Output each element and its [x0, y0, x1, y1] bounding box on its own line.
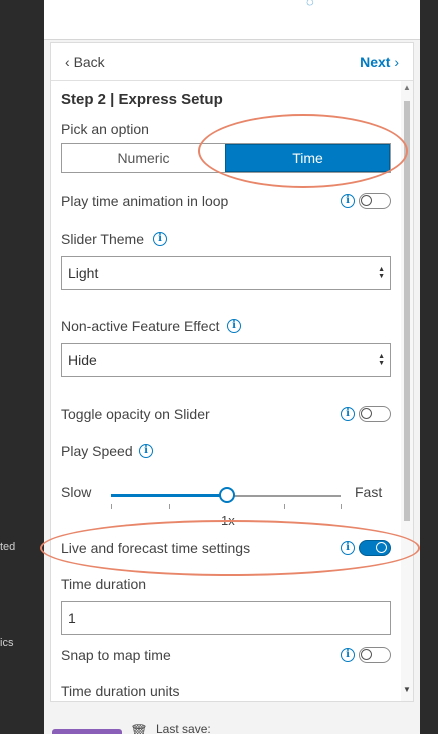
- toggle-knob: [361, 649, 372, 660]
- snap-map-time-toggle[interactable]: [359, 647, 391, 663]
- speed-value-label: 1x: [221, 513, 235, 528]
- toggle-knob: [376, 542, 387, 553]
- info-icon[interactable]: i: [153, 232, 167, 246]
- back-label: Back: [73, 54, 105, 70]
- speed-slider-fill: [111, 494, 227, 497]
- scroll-down-icon[interactable]: ▼: [403, 685, 411, 694]
- info-icon: ◌: [306, 0, 314, 9]
- info-icon[interactable]: i: [341, 194, 355, 208]
- speed-slow-label: Slow: [61, 484, 92, 500]
- nonactive-effect-value: Hide: [68, 352, 97, 368]
- left-sidebar: ted ics: [0, 0, 44, 734]
- nonactive-effect-label: Non-active Feature Effect: [61, 318, 220, 334]
- setup-content: Step 2 | Express Setup Pick an option Nu…: [51, 81, 401, 701]
- loop-toggle[interactable]: [359, 193, 391, 209]
- info-icon[interactable]: i: [341, 648, 355, 662]
- sidebar-text-fragment[interactable]: ics: [0, 637, 13, 649]
- chevron-right-icon: ›: [394, 54, 399, 70]
- info-icon[interactable]: i: [139, 444, 153, 458]
- top-strip: ◌: [44, 0, 420, 40]
- nonactive-effect-select[interactable]: Hide ▲ ▼: [61, 343, 391, 377]
- last-save-label: Last save:: [156, 722, 211, 734]
- time-duration-value: 1: [68, 610, 76, 626]
- next-button[interactable]: Next ›: [360, 54, 399, 70]
- toggle-opacity-toggle[interactable]: [359, 406, 391, 422]
- slider-theme-label: Slider Theme: [61, 231, 145, 247]
- content-scrollbar[interactable]: ▲ ▼: [401, 81, 413, 701]
- select-arrows-icon: ▲ ▼: [378, 353, 385, 367]
- next-label: Next: [360, 54, 391, 70]
- speed-slider-thumb[interactable]: [219, 487, 235, 503]
- loop-label: Play time animation in loop: [61, 193, 229, 209]
- speed-fast-label: Fast: [355, 484, 383, 500]
- sidebar-text-fragment[interactable]: ted: [0, 541, 15, 553]
- live-forecast-label: Live and forecast time settings: [61, 540, 251, 556]
- time-duration-units-label: Time duration units: [61, 683, 180, 699]
- back-button[interactable]: ‹ Back: [65, 54, 105, 70]
- pick-option-segmented-control: Numeric Time: [61, 143, 391, 173]
- time-duration-label: Time duration: [61, 576, 147, 592]
- chevron-left-icon: ‹: [65, 54, 70, 70]
- status-badge: [52, 729, 122, 734]
- toggle-opacity-label: Toggle opacity on Slider: [61, 406, 210, 422]
- play-speed-label: Play Speed: [61, 443, 133, 459]
- express-setup-panel: ‹ Back Next › Step 2 | Express Setup Pic…: [50, 42, 414, 702]
- live-forecast-toggle[interactable]: [359, 540, 391, 556]
- toggle-knob: [361, 408, 372, 419]
- setup-panel-container: ◌ ‹ Back Next › Step 2 | Express Setup P…: [44, 0, 420, 734]
- info-icon[interactable]: i: [227, 319, 241, 333]
- snap-map-time-label: Snap to map time: [61, 647, 171, 663]
- nav-row: ‹ Back Next ›: [51, 43, 413, 81]
- trash-icon[interactable]: 🗑: [130, 723, 148, 734]
- info-icon[interactable]: i: [341, 407, 355, 421]
- slider-tick: [341, 504, 342, 509]
- slider-theme-select[interactable]: Light ▲ ▼: [61, 256, 391, 290]
- select-arrows-icon: ▲ ▼: [378, 266, 385, 280]
- slider-tick: [169, 504, 170, 509]
- option-time[interactable]: Time: [225, 144, 390, 172]
- slider-theme-value: Light: [68, 265, 99, 281]
- info-icon[interactable]: i: [341, 541, 355, 555]
- slider-tick: [111, 504, 112, 509]
- footer: 🗑 Last save:: [44, 706, 420, 734]
- time-duration-input[interactable]: 1: [61, 601, 391, 635]
- step-title: Step 2 | Express Setup: [61, 91, 223, 108]
- scroll-thumb[interactable]: [404, 101, 410, 521]
- toggle-knob: [361, 195, 372, 206]
- pick-option-label: Pick an option: [61, 121, 149, 137]
- slider-tick: [284, 504, 285, 509]
- option-numeric[interactable]: Numeric: [62, 144, 225, 172]
- scroll-up-icon[interactable]: ▲: [403, 83, 411, 92]
